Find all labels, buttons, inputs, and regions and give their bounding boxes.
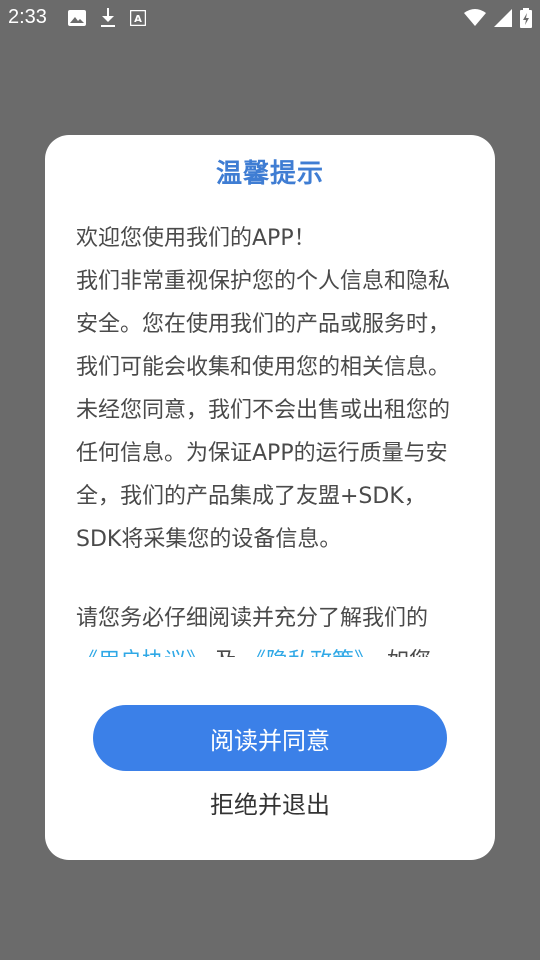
download-icon [101,8,115,27]
keyboard-icon: A [130,10,146,26]
signal-icon [494,9,512,27]
system-icons [464,8,532,28]
status-bar: 2:33 A [0,0,540,36]
status-time: 2:33 [8,6,47,28]
wifi-icon [464,9,486,26]
welcome-text: 欢迎您使用我们的APP！ [76,226,316,251]
agree-button[interactable]: 阅读并同意 [93,705,447,771]
notification-icons: A [68,8,146,28]
privacy-policy-link[interactable]: 《隐私政策》 [244,649,365,657]
trailing-text: ，如您 [365,649,431,657]
read-intro-text: 请您务必仔细阅读并充分了解我们的 [76,606,429,631]
read-notice-text: 请您务必仔细阅读并充分了解我们的《用户协议》 及 《隐私政策》，如您 [76,597,468,657]
dialog-body[interactable]: 欢迎您使用我们的APP！ 我们非常重视保护您的个人信息和隐私安全。您在使用我们的… [76,217,468,657]
dialog-title: 温馨提示 [215,159,324,189]
privacy-text: 我们非常重视保护您的个人信息和隐私安全。您在使用我们的产品或服务时，我们可能会收… [76,269,451,552]
battery-icon [520,8,532,28]
image-icon [68,10,86,26]
and-text: 及 [215,649,237,657]
reject-button[interactable]: 拒绝并退出 [45,783,495,827]
privacy-dialog: 温馨提示 欢迎您使用我们的APP！ 我们非常重视保护您的个人信息和隐私安全。您在… [45,135,495,860]
svg-text:A: A [134,14,142,25]
user-agreement-link[interactable]: 《用户协议》 [76,649,208,657]
